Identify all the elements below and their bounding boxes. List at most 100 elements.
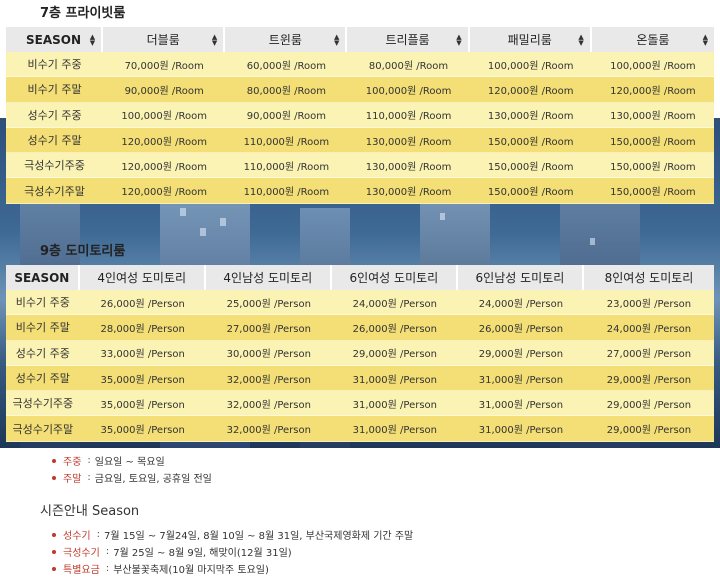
sort-updown-icon: ▲ ▼: [456, 32, 462, 47]
price-cell: 31,000원 /Person: [457, 365, 584, 392]
column-header-season[interactable]: SEASON ▲ ▼: [6, 27, 104, 52]
price-cell: 120,000원 /Room: [591, 77, 714, 103]
column-header-twin[interactable]: 트윈룸 ▲ ▼: [225, 27, 348, 52]
price-cell: 29,000원 /Person: [583, 365, 714, 392]
column-header-4-male-dorm[interactable]: 4인남성 도미토리: [205, 265, 332, 290]
price-cell: 29,000원 /Person: [583, 391, 714, 417]
price-cell: 35,000원 /Person: [79, 391, 206, 417]
table-row: 비수기 주중 26,000원 /Person 25,000원 /Person 24,0…: [6, 290, 714, 316]
price-cell: 29,000원 /Person: [457, 340, 584, 366]
price-cell: 120,000원 /Room: [103, 153, 226, 179]
season-cell: 비수기 주말: [6, 77, 104, 103]
price-cell: 24,000원 /Person: [583, 315, 714, 341]
season-cell: 비수기 주말: [6, 315, 80, 341]
price-cell: 130,000원 /Room: [591, 102, 714, 128]
sort-updown-icon: ▲ ▼: [334, 32, 340, 47]
price-cell: 80,000원 /Room: [347, 52, 470, 78]
season-text: 7월 25일 ~ 8월 9일, 해맞이(12월 31일): [113, 548, 292, 559]
season-cell: 비수기 주중: [6, 290, 80, 316]
table-row: 성수기 주말 35,000원 /Person 32,000원 /Person 31,0…: [6, 365, 714, 392]
price-cell: 24,000원 /Person: [331, 290, 458, 316]
price-cell: 27,000원 /Person: [205, 315, 332, 341]
price-cell: 150,000원 /Room: [469, 153, 592, 179]
price-cell: 100,000원 /Room: [103, 102, 226, 128]
season-cell: 극성수기주말: [6, 178, 104, 204]
separator-colon: :: [105, 546, 110, 557]
table-row: 성수기 주말 120,000원 /Room 110,000원 /Room 130,00…: [6, 127, 714, 154]
season-cell: 비수기 주중: [6, 52, 104, 78]
table-row: 극성수기주말 120,000원 /Room 110,000원 /Room 130,00…: [6, 178, 714, 204]
price-cell: 29,000원 /Person: [331, 340, 458, 366]
bullet-dot-icon: [52, 566, 56, 571]
column-header-8-female-dorm[interactable]: 8인여성 도미토리: [583, 265, 714, 290]
price-cell: 100,000원 /Room: [469, 52, 592, 78]
column-header-season[interactable]: SEASON: [6, 265, 80, 290]
table-row: 극성수기주중 120,000원 /Room 110,000원 /Room 130,00…: [6, 153, 714, 179]
bullet-dot-icon: [52, 458, 56, 463]
price-cell: 29,000원 /Person: [583, 416, 714, 442]
note-weekday: 주중 : 일요일 ~ 목요일: [52, 452, 212, 469]
table-row: 극성수기주중 35,000원 /Person 32,000원 /Person 31,0…: [6, 391, 714, 417]
price-cell: 60,000원 /Room: [225, 52, 348, 78]
dormitory-rates-table: SEASON 4인여성 도미토리 4인남성 도미토리 6인여성 도미토리 6인남…: [6, 265, 714, 442]
private-room-rates-table: SEASON ▲ ▼ 더블룸 ▲ ▼ 트윈룸 ▲ ▼ 트리플룸 ▲ ▼ 패밀리룸 ▲ ▼ 온돌룸 ▲ ▼…: [6, 27, 714, 204]
column-header-triple[interactable]: 트리플룸 ▲ ▼: [347, 27, 470, 52]
table-row: 비수기 주말 90,000원 /Room 80,000원 /Room 100,000원…: [6, 77, 714, 103]
sort-updown-icon: ▲ ▼: [89, 32, 96, 47]
season-item-peak: 성수기 : 7월 15일 ~ 7월24일, 8월 10일 ~ 8월 31일, 부…: [52, 526, 413, 543]
price-cell: 32,000원 /Person: [205, 391, 332, 417]
price-cell: 130,000원 /Room: [347, 153, 470, 179]
column-header-4-female-dorm[interactable]: 4인여성 도미토리: [79, 265, 206, 290]
bullet-dot-icon: [52, 549, 56, 554]
price-cell: 28,000원 /Person: [79, 315, 206, 341]
price-cell: 31,000원 /Person: [331, 391, 458, 417]
table-row: 비수기 주중 70,000원 /Room 60,000원 /Room 80,000원 …: [6, 52, 714, 78]
price-cell: 120,000원 /Room: [103, 178, 226, 204]
separator-colon: :: [105, 563, 110, 574]
table-row: 비수기 주말 28,000원 /Person 27,000원 /Person 26,0…: [6, 315, 714, 341]
price-cell: 31,000원 /Person: [457, 416, 584, 442]
table-row: 극성수기주말 35,000원 /Person 32,000원 /Person 31,0…: [6, 416, 714, 442]
price-cell: 26,000원 /Person: [331, 315, 458, 341]
season-info-title: 시즌안내 Season: [40, 504, 140, 519]
bullet-dot-icon: [52, 532, 56, 537]
season-item-super-peak: 극성수기 : 7월 25일 ~ 8월 9일, 해맞이(12월 31일): [52, 543, 413, 560]
season-cell: 극성수기주말: [6, 416, 80, 442]
column-header-family[interactable]: 패밀리룸 ▲ ▼: [469, 27, 592, 52]
column-header-double[interactable]: 더블룸 ▲ ▼: [103, 27, 226, 52]
price-cell: 110,000원 /Room: [225, 127, 348, 154]
table-row: 성수기 주중 33,000원 /Person 30,000원 /Person 29,0…: [6, 340, 714, 366]
price-cell: 35,000원 /Person: [79, 416, 206, 442]
price-cell: 150,000원 /Room: [469, 127, 592, 154]
season-cell: 극성수기주중: [6, 153, 104, 179]
price-cell: 120,000원 /Room: [103, 127, 226, 154]
price-cell: 26,000원 /Person: [79, 290, 206, 316]
sort-updown-icon: ▲ ▼: [211, 32, 218, 47]
price-cell: 90,000원 /Room: [103, 77, 226, 103]
season-cell: 성수기 주중: [6, 340, 80, 366]
price-cell: 70,000원 /Room: [103, 52, 226, 78]
column-header-6-male-dorm[interactable]: 6인남성 도미토리: [457, 265, 584, 290]
season-cell: 성수기 주중: [6, 102, 104, 128]
sort-updown-icon: ▲ ▼: [578, 32, 584, 47]
price-cell: 26,000원 /Person: [457, 315, 584, 341]
season-item-special-rate: 특별요금 : 부산불꽃축제(10월 마지막주 토요일): [52, 560, 413, 577]
price-cell: 31,000원 /Person: [457, 391, 584, 417]
column-header-6-female-dorm[interactable]: 6인여성 도미토리: [331, 265, 458, 290]
table-row: 성수기 주중 100,000원 /Room 90,000원 /Room 110,000…: [6, 102, 714, 128]
price-cell: 25,000원 /Person: [205, 290, 332, 316]
separator-colon: :: [87, 472, 91, 483]
price-cell: 32,000원 /Person: [205, 416, 332, 442]
season-label: 특별요금: [63, 565, 100, 576]
price-cell: 32,000원 /Person: [205, 365, 332, 392]
separator-colon: :: [96, 529, 100, 540]
price-cell: 150,000원 /Room: [591, 178, 714, 204]
price-cell: 120,000원 /Room: [469, 77, 592, 103]
week-definition-notes: 주중 : 일요일 ~ 목요일 주말 : 금요일, 토요일, 공휴일 전일: [52, 452, 212, 486]
separator-colon: :: [87, 455, 91, 466]
price-cell: 110,000원 /Room: [347, 102, 470, 128]
column-header-ondol[interactable]: 온돌룸 ▲ ▼: [591, 27, 714, 52]
price-cell: 150,000원 /Room: [591, 153, 714, 179]
price-cell: 130,000원 /Room: [469, 102, 592, 128]
price-cell: 150,000원 /Room: [591, 127, 714, 154]
